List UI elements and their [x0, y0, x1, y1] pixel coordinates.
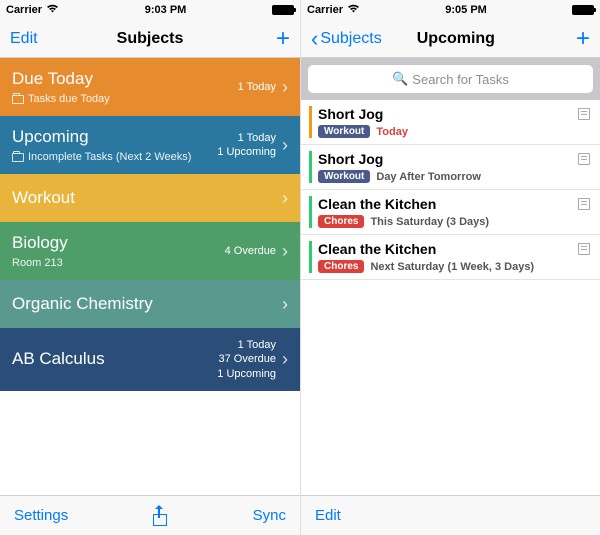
page-title: Subjects	[117, 30, 184, 48]
subject-row[interactable]: Workout ›	[0, 174, 300, 222]
carrier-label: Carrier	[6, 4, 42, 16]
task-due: Day After Tomorrow	[376, 171, 481, 183]
chevron-right-icon: ›	[282, 135, 288, 156]
recurring-icon	[578, 243, 590, 258]
chevron-right-icon: ›	[282, 349, 288, 370]
battery-icon	[572, 5, 594, 15]
task-title: Short Jog	[318, 106, 574, 122]
add-button[interactable]: +	[276, 27, 290, 51]
search-icon: 🔍	[392, 71, 408, 87]
task-due: Today	[376, 126, 408, 138]
subject-title: Upcoming	[12, 127, 191, 147]
nav-bar: ‹ Subjects Upcoming +	[301, 20, 600, 58]
screen-upcoming: Carrier 9:05 PM ‹ Subjects Upcoming +	[300, 0, 600, 535]
battery-icon	[272, 5, 294, 15]
task-row[interactable]: Clean the Kitchen Chores Next Saturday (1 …	[301, 235, 600, 280]
screen-subjects: Carrier 9:03 PM Edit Subjects + Due Toda…	[0, 0, 300, 535]
recurring-icon	[578, 108, 590, 123]
task-row[interactable]: Short Jog Workout Day After Tomorrow	[301, 145, 600, 190]
subject-row[interactable]: Organic Chemistry ›	[0, 280, 300, 328]
subject-row[interactable]: Due Today Tasks due Today 1 Today ›	[0, 58, 300, 116]
back-label: Subjects	[320, 30, 381, 48]
clock: 9:03 PM	[145, 4, 187, 16]
task-meta: Workout Today	[318, 125, 574, 138]
search-input[interactable]: 🔍 Search for Tasks	[308, 65, 593, 93]
task-tag: Chores	[318, 215, 364, 228]
folder-icon	[12, 153, 24, 162]
task-row[interactable]: Short Jog Workout Today	[301, 100, 600, 145]
task-due: Next Saturday (1 Week, 3 Days)	[370, 261, 534, 273]
subject-title: Due Today	[12, 69, 110, 89]
status-bar: Carrier 9:03 PM	[0, 0, 300, 20]
subject-row[interactable]: AB Calculus 1 Today37 Overdue1 Upcoming ›	[0, 328, 300, 391]
search-bar: 🔍 Search for Tasks	[301, 58, 600, 100]
chevron-left-icon: ‹	[311, 28, 318, 50]
share-icon[interactable]	[152, 506, 168, 526]
task-stripe	[309, 106, 312, 138]
subject-subtitle: Tasks due Today	[12, 93, 110, 105]
task-meta: Workout Day After Tomorrow	[318, 170, 574, 183]
subject-row[interactable]: Biology Room 213 4 Overdue ›	[0, 222, 300, 280]
task-tag: Workout	[318, 170, 370, 183]
task-meta: Chores This Saturday (3 Days)	[318, 215, 574, 228]
status-bar: Carrier 9:05 PM	[301, 0, 600, 20]
task-stripe	[309, 196, 312, 228]
subject-title: Biology	[12, 233, 68, 253]
edit-button[interactable]: Edit	[315, 507, 341, 524]
recurring-icon	[578, 153, 590, 168]
clock: 9:05 PM	[445, 4, 487, 16]
task-stripe	[309, 241, 312, 273]
subjects-list: Due TodayTasks due Today1 Today›Upcoming…	[0, 58, 300, 495]
chevron-right-icon: ›	[282, 241, 288, 262]
page-title: Upcoming	[417, 30, 495, 48]
subject-title: AB Calculus	[12, 349, 105, 369]
back-button[interactable]: ‹ Subjects	[311, 28, 382, 50]
chevron-right-icon: ›	[282, 77, 288, 98]
sync-button[interactable]: Sync	[253, 507, 286, 524]
chevron-right-icon: ›	[282, 294, 288, 315]
toolbar: Settings Sync	[0, 495, 300, 535]
task-meta: Chores Next Saturday (1 Week, 3 Days)	[318, 260, 574, 273]
nav-bar: Edit Subjects +	[0, 20, 300, 58]
edit-button[interactable]: Edit	[10, 30, 38, 48]
add-button[interactable]: +	[576, 27, 590, 51]
task-row[interactable]: Clean the Kitchen Chores This Saturday (3 …	[301, 190, 600, 235]
subject-meta: 4 Overdue	[225, 244, 276, 258]
task-title: Clean the Kitchen	[318, 196, 574, 212]
carrier-label: Carrier	[307, 4, 343, 16]
chevron-right-icon: ›	[282, 188, 288, 209]
folder-icon	[12, 95, 24, 104]
task-title: Clean the Kitchen	[318, 241, 574, 257]
wifi-icon	[347, 4, 360, 16]
task-tag: Chores	[318, 260, 364, 273]
tasks-list: Short Jog Workout Today Short Jog Workout Day…	[301, 100, 600, 495]
task-stripe	[309, 151, 312, 183]
subject-row[interactable]: Upcoming Incomplete Tasks (Next 2 Weeks) 1…	[0, 116, 300, 174]
search-placeholder: Search for Tasks	[412, 72, 509, 87]
subject-meta: 1 Today37 Overdue1 Upcoming	[217, 338, 276, 381]
wifi-icon	[46, 4, 59, 16]
subject-meta: 1 Today	[238, 80, 276, 94]
subject-subtitle: Room 213	[12, 257, 68, 269]
subject-meta: 1 Today1 Upcoming	[217, 131, 276, 160]
settings-button[interactable]: Settings	[14, 507, 68, 524]
toolbar: Edit	[301, 495, 600, 535]
task-due: This Saturday (3 Days)	[370, 216, 489, 228]
subject-subtitle: Incomplete Tasks (Next 2 Weeks)	[12, 151, 191, 163]
recurring-icon	[578, 198, 590, 213]
task-tag: Workout	[318, 125, 370, 138]
task-title: Short Jog	[318, 151, 574, 167]
subject-title: Workout	[12, 188, 75, 208]
subject-title: Organic Chemistry	[12, 294, 153, 314]
